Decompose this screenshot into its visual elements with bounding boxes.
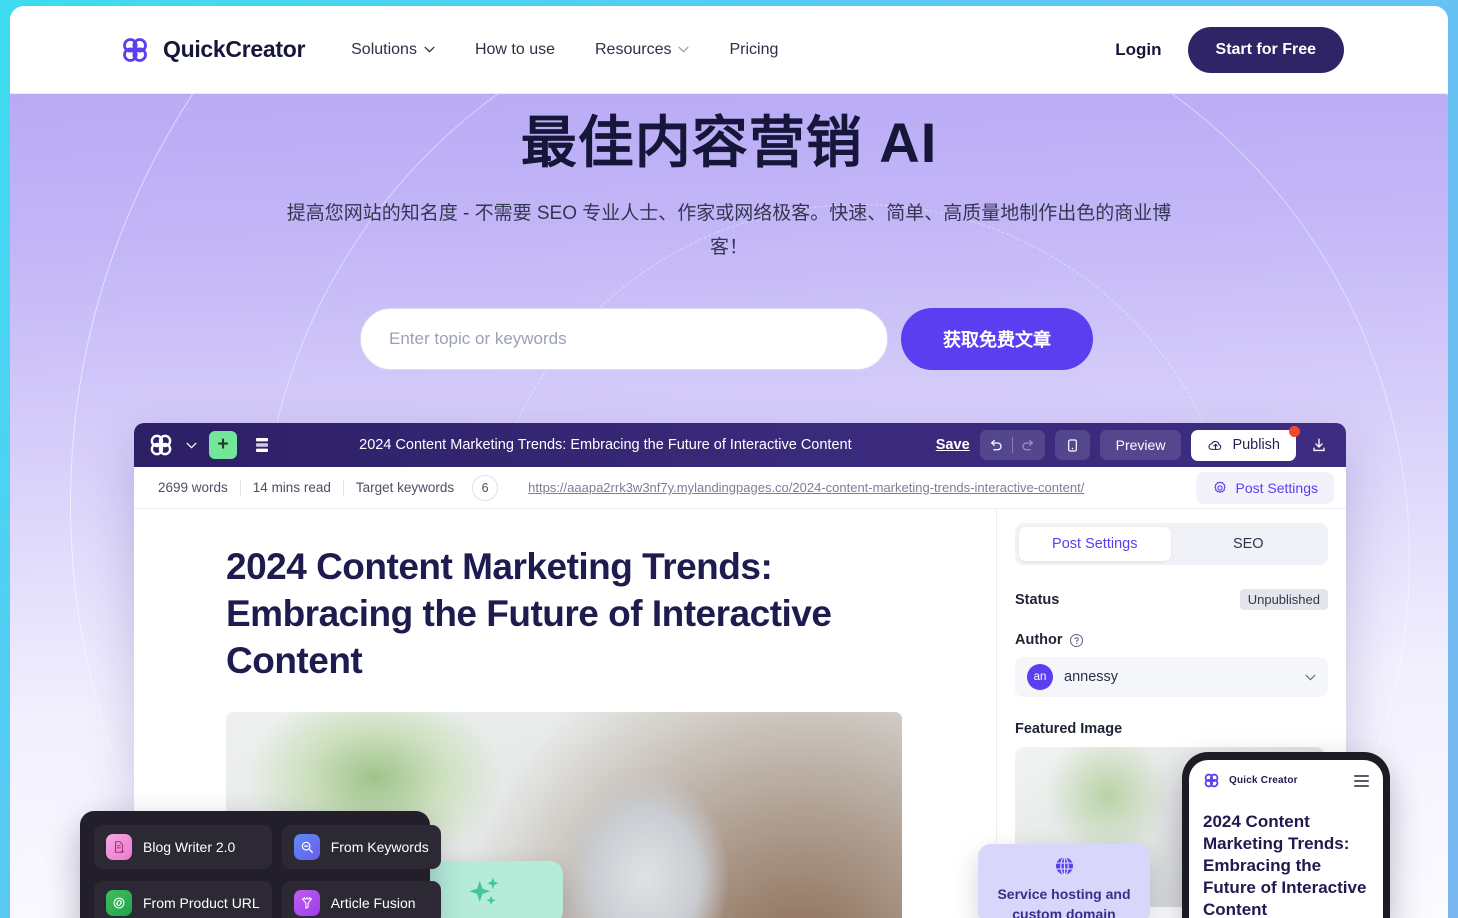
target-keywords-label: Target keywords (355, 480, 455, 495)
nav-label-resources: Resources (595, 40, 672, 58)
globe-icon (1055, 856, 1073, 876)
hero-search-row: 获取免费文章 (360, 308, 1093, 370)
nav-label-solutions: Solutions (351, 40, 417, 58)
browser-frame: QuickCreator Solutions How to use Resour… (10, 6, 1448, 918)
nav-item-how-to-use[interactable]: How to use (475, 41, 555, 59)
save-button[interactable]: Save (936, 437, 970, 453)
start-for-free-button[interactable]: Start for Free (1187, 26, 1344, 73)
feature-label-from-product-url: From Product URL (143, 895, 260, 911)
preview-button[interactable]: Preview (1099, 430, 1182, 460)
author-select[interactable]: an annessy (1015, 657, 1328, 697)
post-settings-label: Post Settings (1235, 479, 1319, 496)
status-label: Status (1015, 591, 1060, 608)
feature-item-article-fusion[interactable]: Article Fusion (281, 881, 441, 918)
feature-item-from-product-url[interactable]: From Product URL (94, 881, 272, 918)
featured-image-label: Featured Image (1015, 721, 1123, 737)
site-header: QuickCreator Solutions How to use Resour… (10, 6, 1448, 94)
author-label-row: Author (1015, 632, 1328, 648)
read-time: 14 mins read (252, 480, 331, 495)
nav-item-resources[interactable]: Resources (595, 40, 690, 59)
author-name: annessy (1064, 669, 1119, 685)
feature-label-blog-writer: Blog Writer 2.0 (143, 839, 236, 855)
redo-icon[interactable] (1013, 430, 1045, 460)
publish-label: Publish (1232, 437, 1280, 453)
brand-name: QuickCreator (163, 36, 306, 62)
status-row: Status Unpublished (1015, 589, 1328, 610)
phone-header: Quick Creator (1203, 772, 1369, 789)
tab-seo[interactable]: SEO (1173, 527, 1325, 561)
nav-item-solutions[interactable]: Solutions (351, 41, 435, 59)
hero-title: 最佳内容营销 AI (520, 111, 938, 174)
download-icon[interactable] (1306, 432, 1332, 458)
get-free-article-button[interactable]: 获取免费文章 (901, 308, 1093, 370)
search-minus-icon (293, 834, 320, 860)
chevron-down-icon (1305, 674, 1316, 681)
login-link[interactable]: Login (1115, 40, 1161, 60)
add-block-button[interactable]: + (209, 431, 237, 459)
tab-post-settings[interactable]: Post Settings (1019, 527, 1171, 561)
topic-search-input[interactable] (360, 308, 888, 370)
target-keywords-count[interactable]: 6 (472, 474, 499, 501)
feature-item-from-keywords[interactable]: From Keywords (281, 825, 441, 869)
phone-article-title: 2024 Content Marketing Trends: Embracing… (1203, 812, 1367, 918)
quickcreator-clover-logo-icon (123, 37, 147, 62)
hamburger-menu-icon[interactable] (1354, 774, 1369, 787)
status-badge: Unpublished (1239, 589, 1328, 610)
document-sparkle-icon (106, 834, 132, 860)
phone-preview-mockup: Quick Creator 2024 Content Marketing Tre… (1182, 752, 1390, 918)
phone-screen: Quick Creator 2024 Content Marketing Tre… (1189, 760, 1383, 918)
post-settings-button[interactable]: Post Settings (1195, 471, 1334, 504)
document-meta-bar: 2699 words 14 mins read Target keywords … (134, 467, 1346, 509)
chevron-down-icon (678, 46, 690, 53)
panel-tabs: Post Settings SEO (1015, 523, 1328, 565)
cloud-upload-icon (1208, 440, 1222, 450)
post-url-link[interactable]: https://aaapa2rrk3w3nf7y.mylandingpages.… (528, 480, 1084, 495)
undo-icon[interactable] (980, 430, 1012, 460)
app-toolbar-actions: Save Preview Publish (936, 425, 1332, 461)
gear-icon (1213, 481, 1226, 493)
hosting-card-text: Service hosting and custom domain (997, 886, 1131, 918)
undo-redo-group (979, 430, 1045, 460)
word-count: 2699 words (158, 480, 228, 495)
funnel-icon (293, 890, 320, 916)
avatar: an (1027, 664, 1053, 690)
hosting-feature-card: Service hosting and custom domain (978, 844, 1150, 918)
app-toolbar: + 2024 Content Marketing Trends: Embraci… (134, 423, 1346, 467)
phone-brand-name: Quick Creator (1229, 775, 1298, 786)
brand-logo[interactable]: QuickCreator (120, 35, 305, 65)
chevron-down-icon[interactable] (186, 442, 197, 449)
question-circle-icon[interactable] (1069, 633, 1084, 648)
header-actions: Login Start for Free (1115, 26, 1344, 73)
nav-label-how-to-use: How to use (474, 40, 555, 58)
link-badge-icon (106, 890, 132, 916)
chevron-down-icon (424, 46, 435, 53)
feature-label-from-keywords: From Keywords (330, 839, 429, 855)
layout-rows-icon[interactable] (249, 432, 275, 458)
document-heading: 2024 Content Marketing Trends: Embracing… (226, 546, 832, 681)
main-nav: Solutions How to use Resources Pricing (351, 41, 778, 59)
feature-label-article-fusion: Article Fusion (330, 895, 416, 911)
nav-label-pricing: Pricing (729, 40, 779, 58)
app-document-title: 2024 Content Marketing Trends: Embracing… (359, 437, 852, 453)
feature-shortcuts-card: Blog Writer 2.0 From Keywords From Produ… (80, 811, 441, 918)
hero-subtitle: 提高您网站的知名度 - 不需要 SEO 专业人士、作家或网络极客。快速、简单、高… (286, 203, 1172, 258)
publish-notification-badge (1289, 425, 1300, 437)
sparkles-icon (468, 876, 499, 905)
publish-button[interactable]: Publish (1191, 425, 1300, 461)
quickcreator-clover-logo-icon (1204, 773, 1219, 788)
author-label: Author (1015, 632, 1063, 648)
quickcreator-clover-logo-icon (150, 434, 172, 456)
mobile-preview-icon[interactable] (1054, 430, 1090, 460)
page-root: QuickCreator Solutions How to use Resour… (0, 0, 1458, 918)
feature-item-blog-writer[interactable]: Blog Writer 2.0 (94, 825, 272, 869)
nav-item-pricing[interactable]: Pricing (729, 41, 778, 59)
